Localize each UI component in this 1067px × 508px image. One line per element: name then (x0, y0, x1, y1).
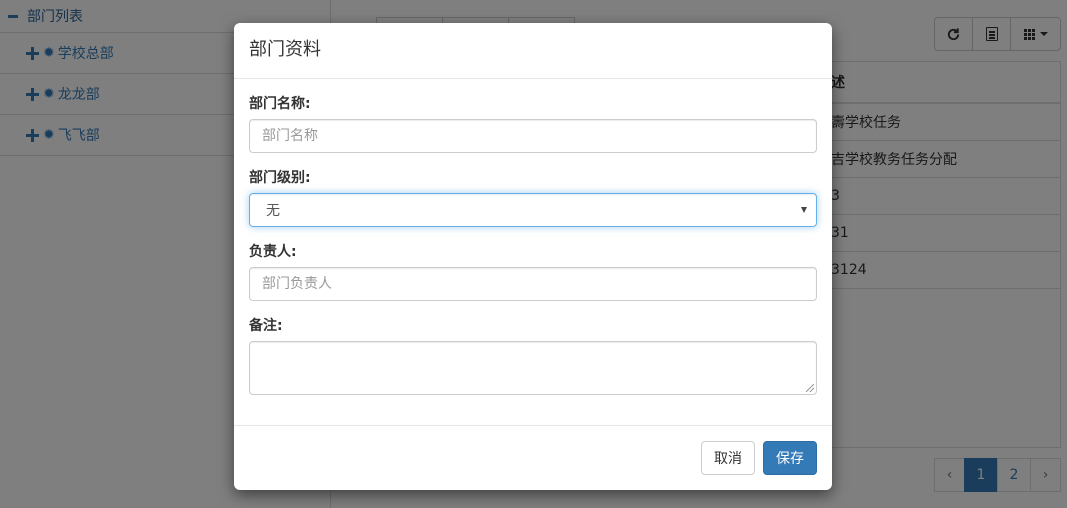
cancel-button[interactable]: 取消 (701, 441, 755, 475)
form-group-level: 部门级别: 无 (249, 168, 817, 227)
department-level-selected: 无 (266, 203, 280, 219)
save-button[interactable]: 保存 (763, 441, 817, 475)
remark-textarea[interactable] (249, 341, 817, 395)
department-modal: 部门资料 部门名称: 部门级别: 无 负责人: 备注: 取消 保存 (234, 23, 832, 490)
level-label: 部门级别: (249, 170, 311, 186)
remark-wrapper (249, 341, 817, 395)
form-group-manager: 负责人: (249, 242, 817, 301)
chevron-down-icon (801, 207, 807, 213)
modal-header: 部门资料 (234, 23, 832, 79)
department-manager-input[interactable] (249, 267, 817, 301)
modal-title: 部门资料 (249, 39, 321, 60)
modal-footer: 取消 保存 (234, 425, 832, 490)
department-name-input[interactable] (249, 119, 817, 153)
resize-handle[interactable] (806, 384, 814, 392)
name-label: 部门名称: (249, 96, 311, 112)
department-level-select[interactable]: 无 (249, 193, 817, 227)
manager-label: 负责人: (249, 244, 297, 260)
form-group-remark: 备注: (249, 316, 817, 395)
remark-label: 备注: (249, 318, 283, 334)
modal-body: 部门名称: 部门级别: 无 负责人: 备注: (234, 79, 832, 425)
form-group-name: 部门名称: (249, 94, 817, 153)
